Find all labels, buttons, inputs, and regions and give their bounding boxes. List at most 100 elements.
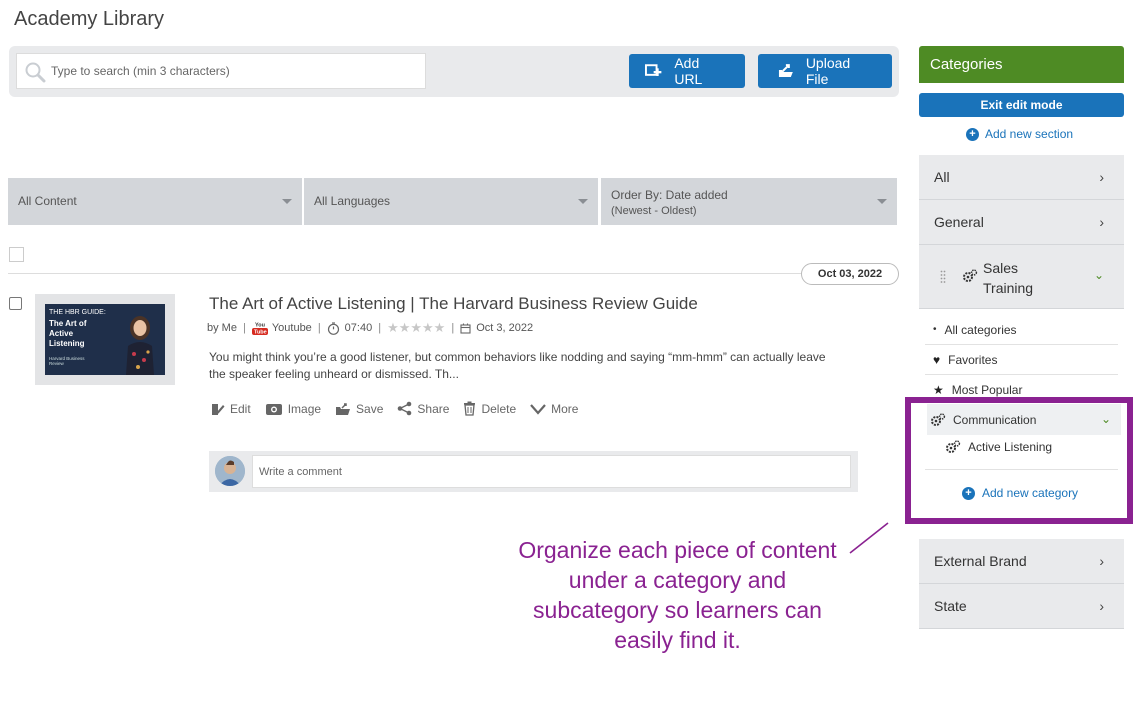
add-section-label: Add new section xyxy=(985,127,1074,141)
image-icon xyxy=(265,403,282,415)
heart-icon: ♥ xyxy=(933,352,941,367)
page-title: Academy Library xyxy=(14,8,165,30)
comment-box: Write a comment xyxy=(209,451,858,492)
image-button[interactable]: Image xyxy=(265,401,321,416)
svg-text:Tube: Tube xyxy=(254,330,267,336)
content-filter-value: All Content xyxy=(18,194,77,208)
bullet-icon: • xyxy=(933,324,937,335)
item-author: by Me xyxy=(207,322,237,334)
chevron-down-icon: ⌄ xyxy=(1093,268,1104,282)
chevron-right-icon: › xyxy=(1099,553,1104,569)
upload-icon xyxy=(774,64,793,77)
subcategory-all-categories-label: All categories xyxy=(944,322,1017,337)
language-filter-select[interactable]: All Languages xyxy=(304,178,598,225)
youtube-icon: You Tube xyxy=(251,323,268,336)
chevron-down-icon xyxy=(282,199,292,204)
item-meta: by Me | You Tube Youtube | 07:40 | ★★★★★… xyxy=(207,320,534,336)
delete-button[interactable]: Delete xyxy=(463,401,516,416)
category-external-brand-label: External Brand xyxy=(934,553,1027,569)
star-icon: ★ xyxy=(933,382,944,397)
content-filter-select[interactable]: All Content xyxy=(8,178,302,225)
calendar-icon xyxy=(460,323,471,334)
divider xyxy=(925,344,1118,345)
date-divider xyxy=(8,273,899,274)
trash-icon xyxy=(464,401,476,416)
category-general[interactable]: General › xyxy=(919,200,1124,245)
more-button[interactable]: More xyxy=(530,401,578,416)
item-thumbnail[interactable]: THE HBR GUIDE: The Art of Active Listeni… xyxy=(45,304,165,375)
divider xyxy=(925,374,1118,375)
add-section-button[interactable]: + Add new section xyxy=(966,127,1073,141)
callout-annotation: Organize each piece of content under a c… xyxy=(518,537,837,653)
order-by-select[interactable]: Order By: Date added (Newest - Oldest) xyxy=(601,178,897,225)
category-state[interactable]: State › xyxy=(919,584,1124,629)
search-icon xyxy=(25,62,46,83)
save-label: Save xyxy=(356,401,384,416)
select-all-checkbox[interactable] xyxy=(9,247,24,262)
category-all-label: All xyxy=(934,169,950,185)
more-label: More xyxy=(551,401,579,416)
chevron-right-icon: › xyxy=(1099,214,1104,230)
item-source: Youtube xyxy=(271,322,312,334)
chevron-down-icon xyxy=(578,199,588,204)
save-button[interactable]: Save xyxy=(335,401,383,416)
svg-text:You: You xyxy=(255,323,265,329)
callout-pointer-line xyxy=(849,522,889,554)
item-duration: 07:40 xyxy=(344,322,373,334)
chevron-down-icon xyxy=(530,403,546,415)
subcategory-favorites-label: Favorites xyxy=(948,352,998,367)
image-label: Image xyxy=(287,401,322,416)
highlight-box xyxy=(905,397,1133,524)
delete-label: Delete xyxy=(481,401,517,416)
edit-label: Edit xyxy=(230,401,251,416)
item-date: Oct 3, 2022 xyxy=(476,322,534,334)
share-label: Share xyxy=(417,401,450,416)
add-link-icon xyxy=(645,64,662,77)
drag-handle-icon[interactable] xyxy=(940,270,946,284)
chevron-down-icon xyxy=(877,199,887,204)
thumbnail-publisher: Harvard Business Review xyxy=(49,356,85,366)
category-sales-training[interactable]: Sales Training ⌄ xyxy=(919,245,1124,309)
edit-icon xyxy=(212,403,225,415)
avatar xyxy=(215,456,245,486)
search-box[interactable] xyxy=(16,53,426,89)
item-checkbox[interactable] xyxy=(9,297,22,310)
item-thumbnail-frame[interactable]: THE HBR GUIDE: The Art of Active Listeni… xyxy=(35,294,175,385)
subcategory-most-popular-label: Most Popular xyxy=(951,382,1023,397)
thumbnail-big-text: The Art of Active Listening xyxy=(49,319,87,348)
gears-icon xyxy=(963,269,978,282)
exit-edit-mode-button[interactable]: Exit edit mode xyxy=(919,93,1124,117)
category-general-label: General xyxy=(934,214,984,230)
order-by-value: Order By: Date added xyxy=(611,188,728,202)
person-illustration xyxy=(126,316,154,375)
edit-button[interactable]: Edit xyxy=(211,401,251,416)
share-icon xyxy=(398,401,412,416)
category-sales-training-label: Sales Training xyxy=(983,260,1034,296)
item-actions: Edit Image Save Share Delete More xyxy=(211,401,592,416)
user-avatar-icon xyxy=(215,456,245,486)
category-external-brand[interactable]: External Brand › xyxy=(919,539,1124,584)
order-by-direction: (Newest - Oldest) xyxy=(611,205,697,217)
item-title[interactable]: The Art of Active Listening | The Harvar… xyxy=(209,294,698,314)
add-url-label: Add URL xyxy=(674,55,703,87)
subcategory-most-popular[interactable]: ★ Most Popular xyxy=(919,381,1124,398)
share-button[interactable]: Share xyxy=(397,401,449,416)
category-state-label: State xyxy=(934,598,967,614)
date-group-badge: Oct 03, 2022 xyxy=(801,263,899,285)
subcategory-favorites[interactable]: ♥ Favorites xyxy=(919,351,1124,368)
chevron-right-icon: › xyxy=(1099,598,1104,614)
save-folder-icon xyxy=(336,402,351,415)
chevron-right-icon: › xyxy=(1099,169,1104,185)
stopwatch-icon xyxy=(327,321,339,335)
category-all[interactable]: All › xyxy=(919,155,1124,200)
language-filter-value: All Languages xyxy=(314,194,391,208)
comment-input[interactable]: Write a comment xyxy=(252,455,851,488)
plus-circle-icon: + xyxy=(966,127,979,141)
rating-stars[interactable]: ★★★★★ xyxy=(387,320,445,336)
upload-file-button[interactable]: Upload File xyxy=(758,54,892,88)
item-description: You might think you’re a good listener, … xyxy=(209,350,826,381)
categories-header: Categories xyxy=(919,46,1124,83)
search-input[interactable] xyxy=(51,54,421,88)
add-url-button[interactable]: Add URL xyxy=(629,54,745,88)
subcategory-all-categories[interactable]: • All categories xyxy=(919,321,1124,338)
